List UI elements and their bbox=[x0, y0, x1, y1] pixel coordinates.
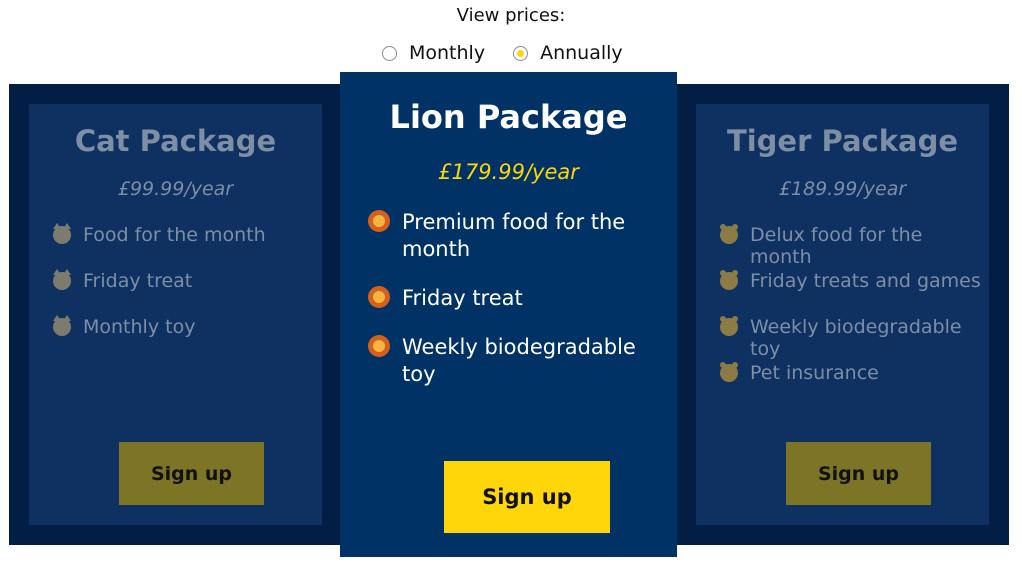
monthly-radio[interactable] bbox=[382, 45, 397, 61]
feature-item: Monthly toy bbox=[53, 315, 316, 362]
feature-text: Monthly toy bbox=[83, 316, 196, 338]
feature-item: Weekly biodegradable toy bbox=[720, 316, 983, 362]
feature-text: Pet insurance bbox=[750, 362, 879, 384]
lion-face-icon bbox=[368, 335, 390, 357]
package-price: £179.99/year bbox=[438, 160, 579, 184]
package-title: Lion Package bbox=[389, 98, 628, 136]
tiger-package-card: Tiger Package £189.99/year Delux food fo… bbox=[696, 104, 989, 525]
cat-face-icon bbox=[53, 315, 71, 336]
tiger-face-icon bbox=[720, 224, 738, 244]
feature-item: Pet insurance bbox=[720, 362, 983, 408]
feature-list: Premium food for the month Friday treat … bbox=[368, 209, 671, 410]
package-title: Cat Package bbox=[74, 124, 277, 158]
billing-toggle: View prices: Monthly Annually bbox=[0, 0, 1022, 72]
package-price: £189.99/year bbox=[778, 178, 907, 200]
feature-item: Food for the month bbox=[53, 223, 316, 270]
billing-radio-group: Monthly Annually bbox=[382, 42, 651, 64]
annually-radio[interactable] bbox=[513, 45, 529, 61]
feature-item: Premium food for the month bbox=[368, 209, 671, 263]
feature-text: Food for the month bbox=[83, 224, 266, 246]
lion-package-card: Lion Package £179.99/year Premium food f… bbox=[340, 72, 677, 557]
feature-item: Friday treat bbox=[368, 285, 671, 312]
cat-face-icon bbox=[53, 223, 71, 244]
lion-face-icon bbox=[368, 286, 390, 308]
feature-item: Weekly biodegradable toy bbox=[368, 334, 671, 388]
tiger-face-icon bbox=[720, 316, 738, 336]
feature-text: Weekly biodegradable toy bbox=[402, 335, 636, 386]
feature-item: Delux food for the month bbox=[720, 224, 983, 270]
tiger-signup-button[interactable]: Sign up bbox=[786, 442, 931, 505]
cat-signup-button[interactable]: Sign up bbox=[119, 442, 264, 505]
package-title: Tiger Package bbox=[726, 124, 959, 158]
tiger-face-icon bbox=[720, 362, 738, 382]
lion-signup-button[interactable]: Sign up bbox=[444, 461, 610, 533]
feature-text: Friday treat bbox=[83, 270, 193, 292]
feature-list: Delux food for the month Friday treats a… bbox=[720, 224, 983, 408]
cat-package-card: Cat Package £99.99/year Food for the mon… bbox=[29, 104, 322, 525]
billing-heading: View prices: bbox=[456, 5, 566, 26]
package-price: £99.99/year bbox=[117, 178, 234, 200]
monthly-label[interactable]: Monthly bbox=[409, 42, 485, 64]
feature-text: Premium food for the month bbox=[402, 210, 626, 261]
feature-text: Delux food for the month bbox=[750, 224, 923, 268]
cat-face-icon bbox=[53, 269, 71, 290]
feature-text: Friday treats and games bbox=[750, 270, 981, 292]
feature-item: Friday treat bbox=[53, 269, 316, 316]
annually-label[interactable]: Annually bbox=[540, 42, 623, 64]
feature-item: Friday treats and games bbox=[720, 270, 983, 316]
lion-face-icon bbox=[368, 210, 390, 232]
feature-list: Food for the month Friday treat Monthly … bbox=[53, 223, 316, 362]
tiger-face-icon bbox=[720, 270, 738, 290]
feature-text: Weekly biodegradable toy bbox=[750, 316, 962, 360]
feature-text: Friday treat bbox=[402, 286, 523, 310]
